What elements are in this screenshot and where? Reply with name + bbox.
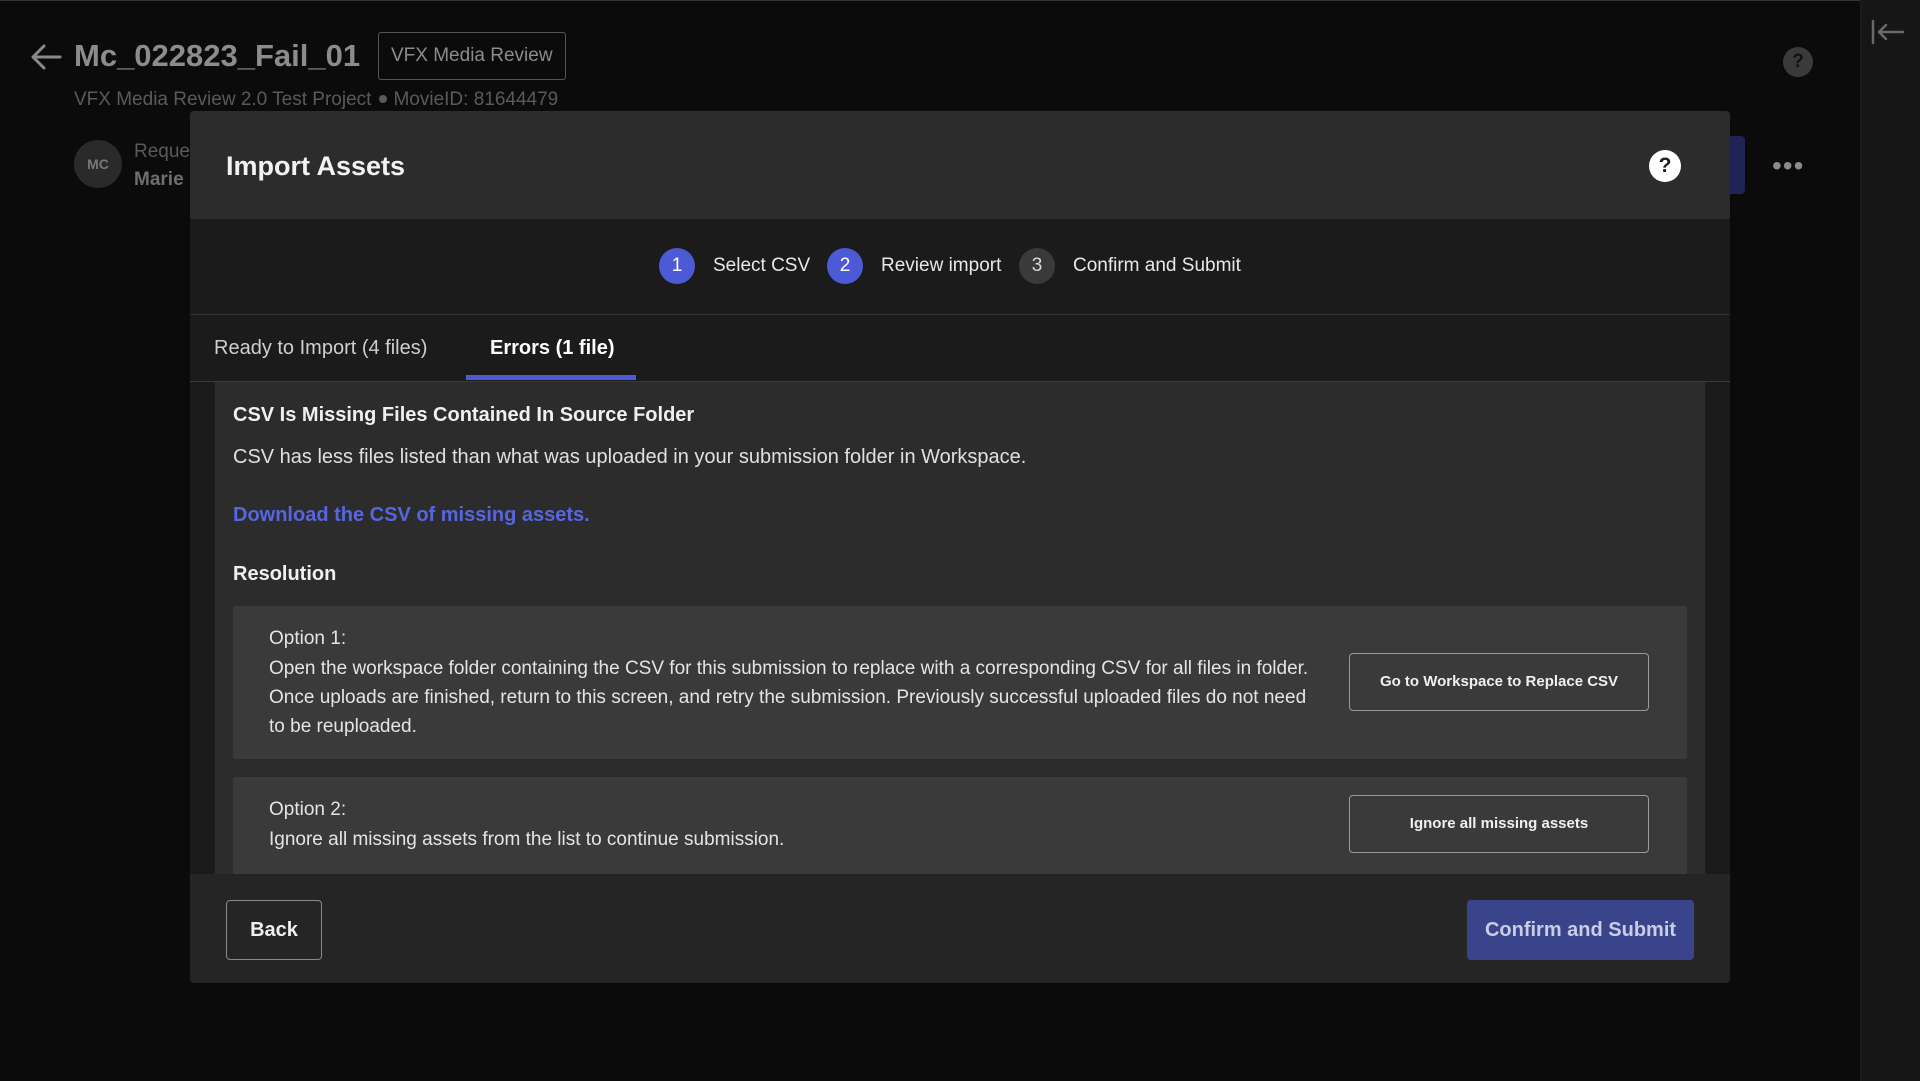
more-options-icon[interactable]: ••• [1772, 150, 1804, 182]
back-button[interactable]: Back [226, 900, 322, 960]
errors-content[interactable]: CSV Is Missing Files Contained In Source… [190, 382, 1730, 874]
requester-label: Reque [134, 141, 190, 162]
error-panel: CSV Is Missing Files Contained In Source… [215, 382, 1705, 874]
requester-name: Marie [134, 169, 184, 190]
project-badge: VFX Media Review [378, 32, 566, 80]
top-border [0, 0, 1920, 1]
page-subtitle: VFX Media Review 2.0 Test Project MovieID… [74, 89, 558, 111]
help-icon[interactable]: ? [1649, 150, 1681, 182]
resolution-option-1: Option 1: Open the workspace folder cont… [233, 606, 1687, 759]
active-tab-indicator [466, 375, 636, 380]
tab-ready-to-import[interactable]: Ready to Import (4 files) [214, 337, 427, 360]
movie-id: MovieID: 81644479 [393, 89, 559, 110]
page-action-button-edge [1729, 136, 1745, 194]
ignore-missing-assets-button[interactable]: Ignore all missing assets [1349, 795, 1649, 853]
option-text: Ignore all missing assets from the list … [269, 829, 785, 850]
download-missing-csv-link[interactable]: Download the CSV of missing assets. [233, 504, 590, 527]
resolution-heading: Resolution [233, 563, 337, 585]
avatar: MC [74, 140, 122, 188]
go-to-workspace-button[interactable]: Go to Workspace to Replace CSV [1349, 653, 1649, 711]
tab-errors[interactable]: Errors (1 file) [490, 337, 614, 360]
option-label: Option 1: [269, 628, 347, 649]
step-number: 3 [1019, 248, 1055, 284]
project-name: VFX Media Review 2.0 Test Project [74, 89, 372, 110]
option-label: Option 2: [269, 799, 347, 820]
page-help-icon[interactable]: ? [1783, 47, 1813, 77]
resolution-option-2: Option 2: Ignore all missing assets from… [233, 777, 1687, 874]
tab-bar: Ready to Import (4 files) Errors (1 file… [190, 315, 1730, 382]
back-arrow-icon[interactable] [30, 42, 62, 72]
modal-title: Import Assets [226, 151, 406, 181]
option-text: Open the workspace folder containing the… [269, 658, 1309, 737]
step-confirm-submit: 3 Confirm and Submit [1019, 248, 1241, 284]
step-number: 1 [659, 248, 695, 284]
step-review-import: 2 Review import [827, 248, 1001, 284]
right-rail [1860, 0, 1920, 1081]
step-label: Select CSV [713, 255, 811, 276]
collapse-panel-icon[interactable] [1870, 18, 1906, 46]
step-label: Review import [881, 255, 1002, 276]
error-title: CSV Is Missing Files Contained In Source… [233, 404, 695, 426]
step-select-csv: 1 Select CSV [659, 248, 810, 284]
error-description: CSV has less files listed than what was … [233, 446, 1027, 468]
step-label: Confirm and Submit [1073, 255, 1241, 276]
modal-header: Import Assets ? [190, 111, 1730, 219]
separator-dot-icon [379, 94, 388, 103]
step-number: 2 [827, 248, 863, 284]
confirm-and-submit-button[interactable]: Confirm and Submit [1467, 900, 1694, 960]
modal-footer: Back Confirm and Submit [190, 874, 1730, 983]
stepper: 1 Select CSV 2 Review import 3 Confirm a… [190, 219, 1730, 315]
import-assets-modal: Import Assets ? 1 Select CSV 2 Review im… [190, 111, 1730, 983]
page-title: Mc_022823_Fail_01 [74, 38, 361, 73]
